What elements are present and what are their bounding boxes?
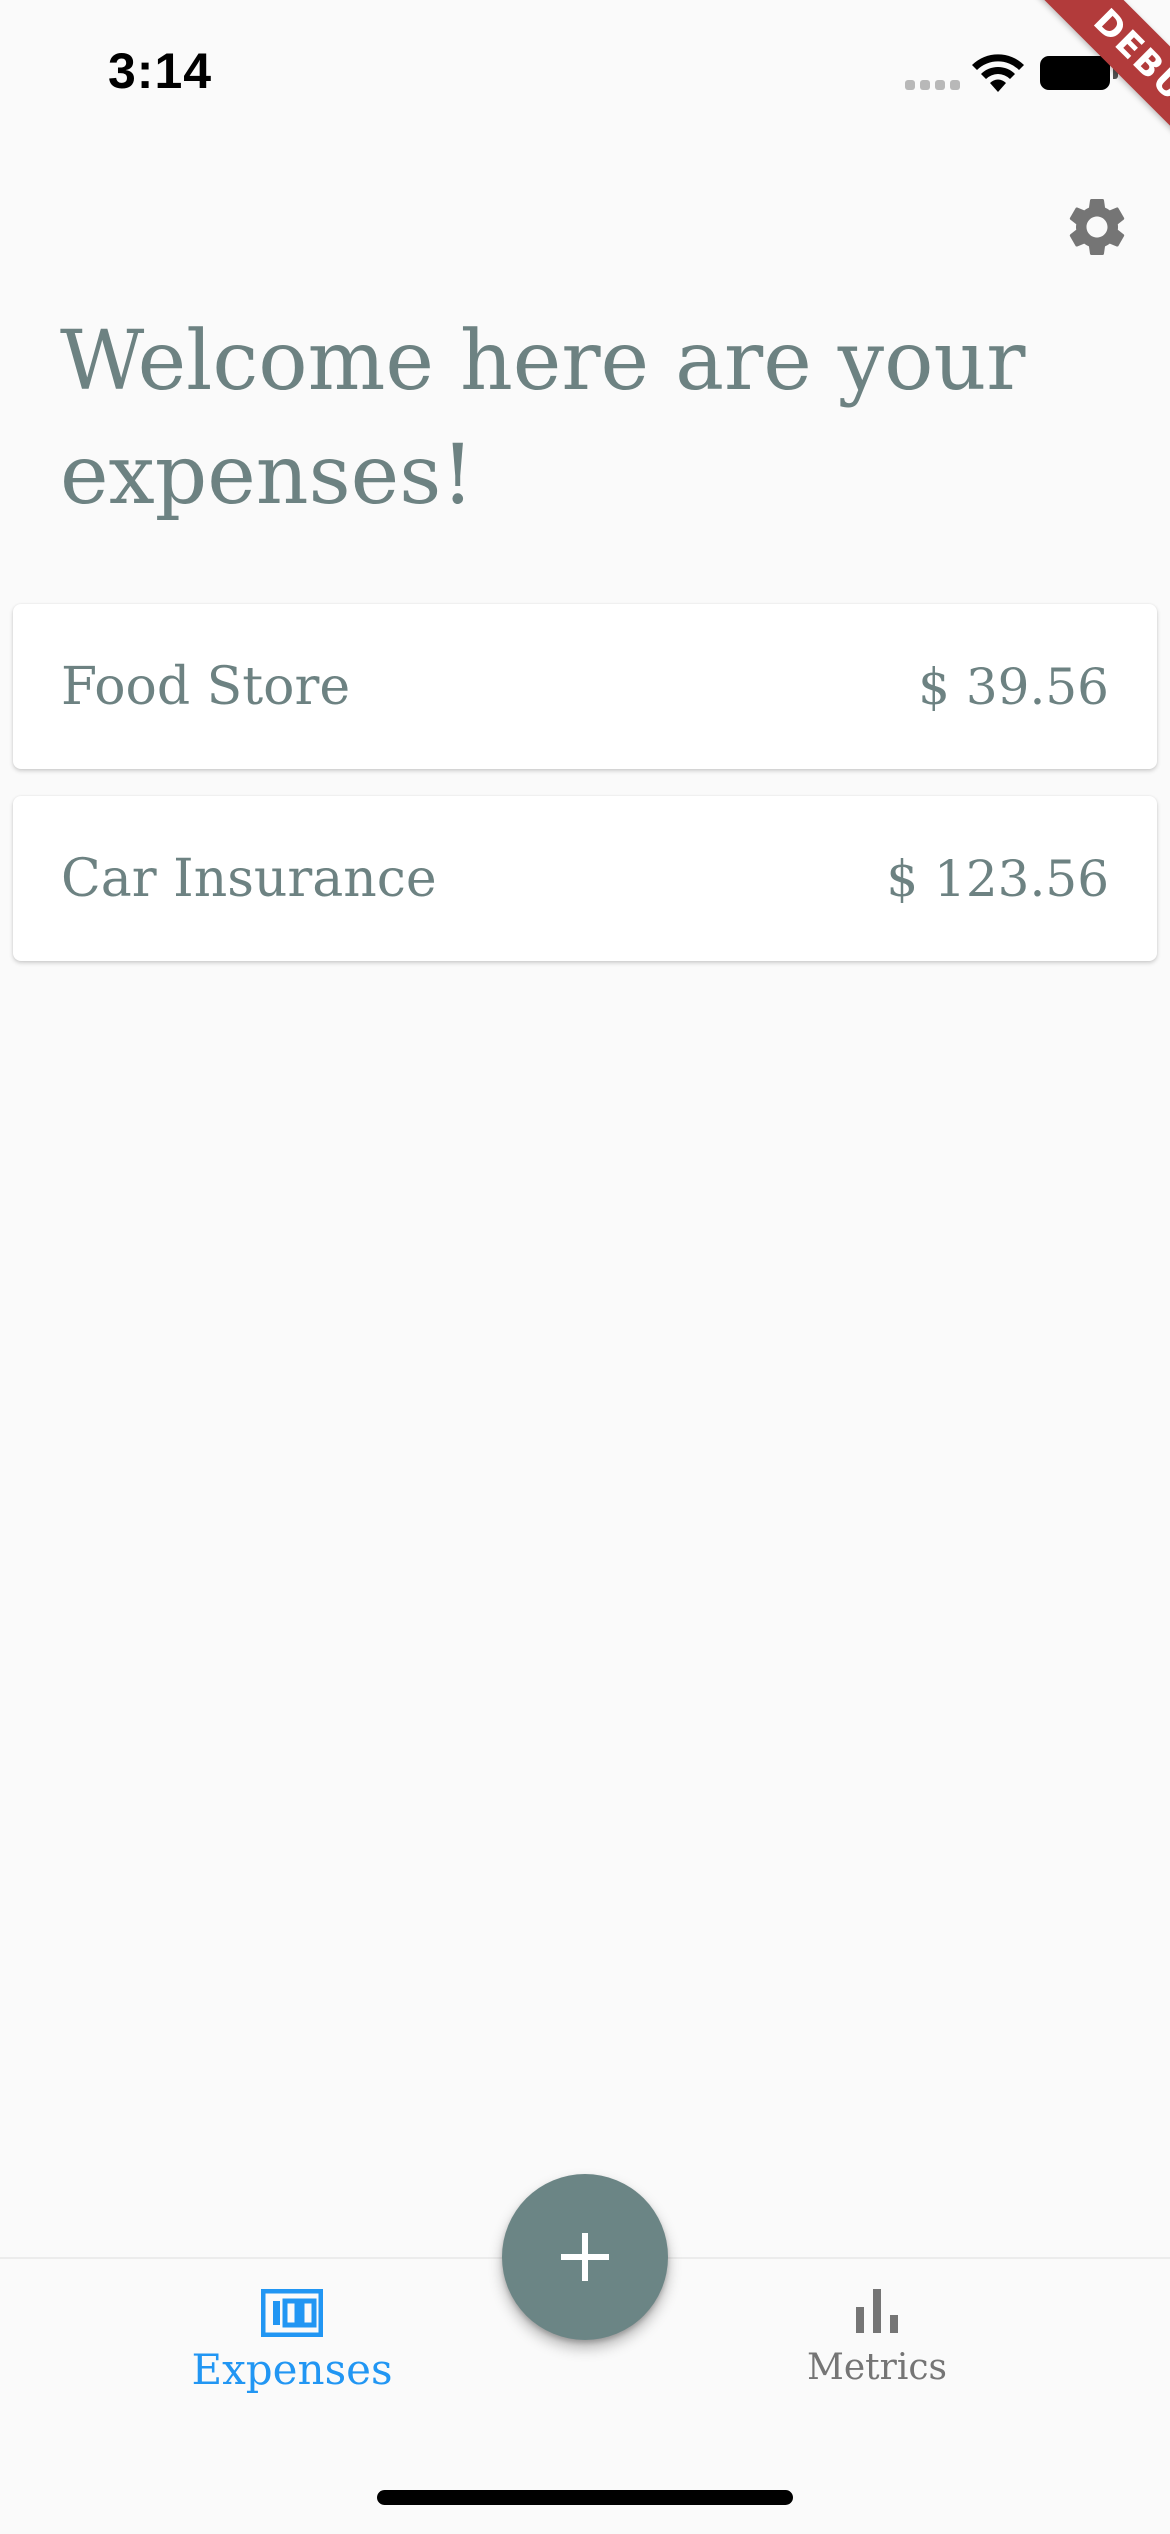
expense-amount: $ 39.56 (918, 657, 1109, 716)
expense-card-car-insurance[interactable]: Car Insurance $ 123.56 (13, 796, 1157, 961)
expense-name: Car Insurance (61, 848, 437, 909)
bar-chart-icon (856, 2289, 898, 2333)
nav-label-expenses: Expenses (191, 2345, 393, 2394)
expense-card-food-store[interactable]: Food Store $ 39.56 (13, 604, 1157, 769)
cellular-signal-icon (905, 80, 961, 94)
nav-tab-expenses[interactable]: Expenses (142, 2289, 442, 2419)
expense-name: Food Store (61, 656, 351, 717)
status-time: 3:14 (108, 43, 213, 99)
home-indicator (377, 2490, 793, 2505)
add-expense-button[interactable] (502, 2174, 668, 2340)
nav-label-metrics: Metrics (807, 2347, 947, 2388)
debug-banner: DEBUG (970, 0, 1170, 200)
counter-icon (261, 2289, 323, 2337)
nav-tab-metrics[interactable]: Metrics (727, 2289, 1027, 2419)
debug-banner-label: DEBUG (1017, 0, 1170, 199)
expense-amount: $ 123.56 (886, 849, 1109, 908)
plus-icon (561, 2233, 609, 2281)
page-title: Welcome here are your expenses! (60, 314, 1026, 523)
gear-icon (1069, 198, 1125, 255)
settings-button[interactable] (1062, 192, 1132, 262)
